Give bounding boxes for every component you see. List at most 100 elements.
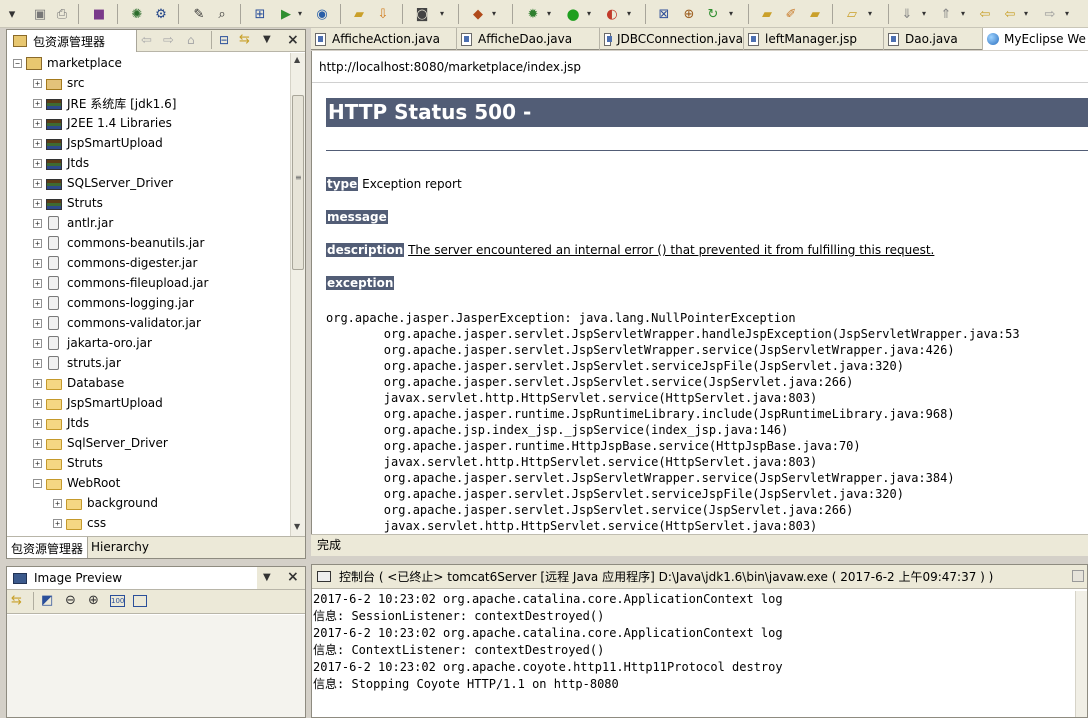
refresh-icon[interactable]: ↻ <box>703 4 723 24</box>
tab-myeclipse-browser[interactable]: MyEclipse We <box>983 28 1088 50</box>
expand-toggle-icon[interactable]: + <box>33 258 42 268</box>
tree-item[interactable]: + SQLServer_Driver <box>33 173 173 193</box>
package-explorer-tab[interactable]: 包资源管理器 <box>7 30 137 52</box>
tree-item[interactable]: + Jtds <box>33 153 89 173</box>
tree-item[interactable]: + background <box>53 493 158 513</box>
collapse-toggle-icon[interactable]: − <box>13 58 22 68</box>
expand-toggle-icon[interactable]: + <box>33 138 42 148</box>
close-icon[interactable]: × <box>287 32 299 48</box>
tree-item[interactable]: + Struts <box>33 453 103 473</box>
tree-item[interactable]: + commons-digester.jar <box>33 253 197 273</box>
search-icon[interactable]: ✎ <box>189 4 209 24</box>
open-folder-icon[interactable]: ▱ <box>842 4 862 24</box>
actual-size-icon[interactable]: 100 <box>110 595 125 607</box>
expand-toggle-icon[interactable]: + <box>33 398 42 408</box>
profile-dropdown-icon[interactable]: ▾ <box>627 9 631 18</box>
run-icon[interactable]: ● <box>563 4 583 24</box>
scrollbar-thumb[interactable] <box>292 95 304 270</box>
expand-toggle-icon[interactable]: + <box>53 518 62 528</box>
web-service-icon[interactable]: ⚙ <box>151 4 171 24</box>
tab-hierarchy[interactable]: Hierarchy <box>91 540 149 554</box>
expand-toggle-icon[interactable]: + <box>33 178 42 188</box>
server-dropdown-icon[interactable]: ▾ <box>298 9 302 18</box>
new-package-icon[interactable]: ■ <box>89 4 109 24</box>
profile-icon[interactable]: ◐ <box>602 4 622 24</box>
print-icon[interactable]: ⎙ <box>52 4 72 24</box>
url-bar[interactable]: http://localhost:8080/marketplace/index.… <box>312 51 1088 83</box>
debug-dropdown-icon[interactable]: ▾ <box>547 9 551 18</box>
tab-package-explorer[interactable]: 包资源管理器 <box>7 537 88 558</box>
tree-item[interactable]: + JspSmartUpload <box>33 133 163 153</box>
tree-item[interactable]: + struts.jar <box>33 353 121 373</box>
open-type-icon[interactable]: ⊠ <box>654 4 674 24</box>
image-preview-tab[interactable]: Image Preview <box>7 567 257 589</box>
next-annotation-icon[interactable]: ⇓ <box>897 4 917 24</box>
expand-toggle-icon[interactable]: + <box>33 458 42 468</box>
fit-image-icon[interactable]: ◩ <box>41 593 53 608</box>
tree-item[interactable]: + JspSmartUpload <box>33 393 163 413</box>
expand-toggle-icon[interactable]: + <box>33 198 42 208</box>
tree-scrollbar[interactable]: ▲ ≡ ▼ <box>290 53 305 536</box>
prev-annotation-dropdown-icon[interactable]: ▾ <box>961 9 965 18</box>
tree-item[interactable]: + jakarta-oro.jar <box>33 333 152 353</box>
expand-toggle-icon[interactable]: + <box>33 98 42 108</box>
expand-toggle-icon[interactable]: + <box>33 378 42 388</box>
up-nav-icon[interactable]: ⌂ <box>187 33 195 47</box>
search-file-icon[interactable]: ⌕ <box>212 4 232 24</box>
tree-item[interactable]: + commons-fileupload.jar <box>33 273 208 293</box>
tab-affiche-action[interactable]: AfficheAction.java <box>311 28 457 50</box>
refresh-dropdown-icon[interactable]: ▾ <box>729 9 733 18</box>
new-wizard-icon[interactable]: ⇩ <box>373 4 393 24</box>
expand-toggle-icon[interactable]: + <box>33 278 42 288</box>
expand-toggle-icon[interactable]: + <box>33 298 42 308</box>
scroll-down-icon[interactable]: ▼ <box>294 522 300 531</box>
tree-item[interactable]: + Struts <box>33 193 103 213</box>
expand-toggle-icon[interactable]: + <box>33 218 42 228</box>
tab-dao[interactable]: Dao.java <box>884 28 983 50</box>
back-dropdown-icon[interactable]: ▾ <box>1024 9 1028 18</box>
view-menu-icon[interactable]: ▼ <box>263 572 271 583</box>
forward-dropdown-icon[interactable]: ▾ <box>1065 9 1069 18</box>
external-tools-icon[interactable]: ◆ <box>468 4 488 24</box>
expand-toggle-icon[interactable]: + <box>33 238 42 248</box>
open-resource-icon[interactable]: ⊕ <box>679 4 699 24</box>
tree-item[interactable]: + css <box>53 513 106 533</box>
open-folder-dropdown-icon[interactable]: ▾ <box>868 9 872 18</box>
next-annotation-dropdown-icon[interactable]: ▾ <box>922 9 926 18</box>
tree-item[interactable]: + commons-validator.jar <box>33 313 201 333</box>
tree-item[interactable]: − marketplace <box>13 53 122 73</box>
annotation-icon[interactable]: ▰ <box>805 4 825 24</box>
browser-icon[interactable]: ◉ <box>312 4 332 24</box>
collapse-all-icon[interactable]: ⊟ <box>219 33 229 47</box>
save-icon[interactable]: ▣ <box>30 4 50 24</box>
external-tools-dropdown-icon[interactable]: ▾ <box>492 9 496 18</box>
expand-toggle-icon[interactable]: + <box>33 158 42 168</box>
forward-arrow-icon[interactable]: ⇨ <box>1040 4 1060 24</box>
tree-item[interactable]: + src <box>33 73 85 93</box>
link-icon[interactable]: ⇆ <box>11 593 22 608</box>
server-icon[interactable]: ▶ <box>276 4 296 24</box>
tree-item[interactable]: + Jtds <box>33 413 89 433</box>
tree-item[interactable]: + commons-logging.jar <box>33 293 194 313</box>
bug-icon[interactable]: ✹ <box>523 4 543 24</box>
tab-left-manager[interactable]: leftManager.jsp <box>744 28 884 50</box>
link-with-editor-icon[interactable]: ⇆ <box>239 32 250 47</box>
back-icon[interactable]: ⇦ <box>975 4 995 24</box>
console-scrollbar[interactable] <box>1075 591 1087 717</box>
close-icon[interactable]: × <box>287 569 299 585</box>
collapse-toggle-icon[interactable]: − <box>33 478 42 488</box>
expand-toggle-icon[interactable]: + <box>53 498 62 508</box>
deploy-icon[interactable]: ⊞ <box>250 4 270 24</box>
tab-jdbc-connection[interactable]: JDBCConnection.java <box>600 28 744 50</box>
tree-item[interactable]: + commons-beanutils.jar <box>33 233 204 253</box>
expand-toggle-icon[interactable]: + <box>33 318 42 328</box>
tree-item[interactable]: − WebRoot <box>33 473 120 493</box>
back-nav-icon[interactable]: ⇦ <box>141 33 152 48</box>
zoom-in-icon[interactable]: ⊕ <box>88 593 99 608</box>
folder-open-icon[interactable]: ▰ <box>349 4 369 24</box>
tree-item[interactable]: + JRE 系统库 [jdk1.6] <box>33 93 176 113</box>
expand-toggle-icon[interactable]: + <box>33 438 42 448</box>
folder-icon[interactable]: ▰ <box>757 4 777 24</box>
console-clear-icon[interactable] <box>1072 570 1084 582</box>
expand-toggle-icon[interactable]: + <box>33 358 42 368</box>
